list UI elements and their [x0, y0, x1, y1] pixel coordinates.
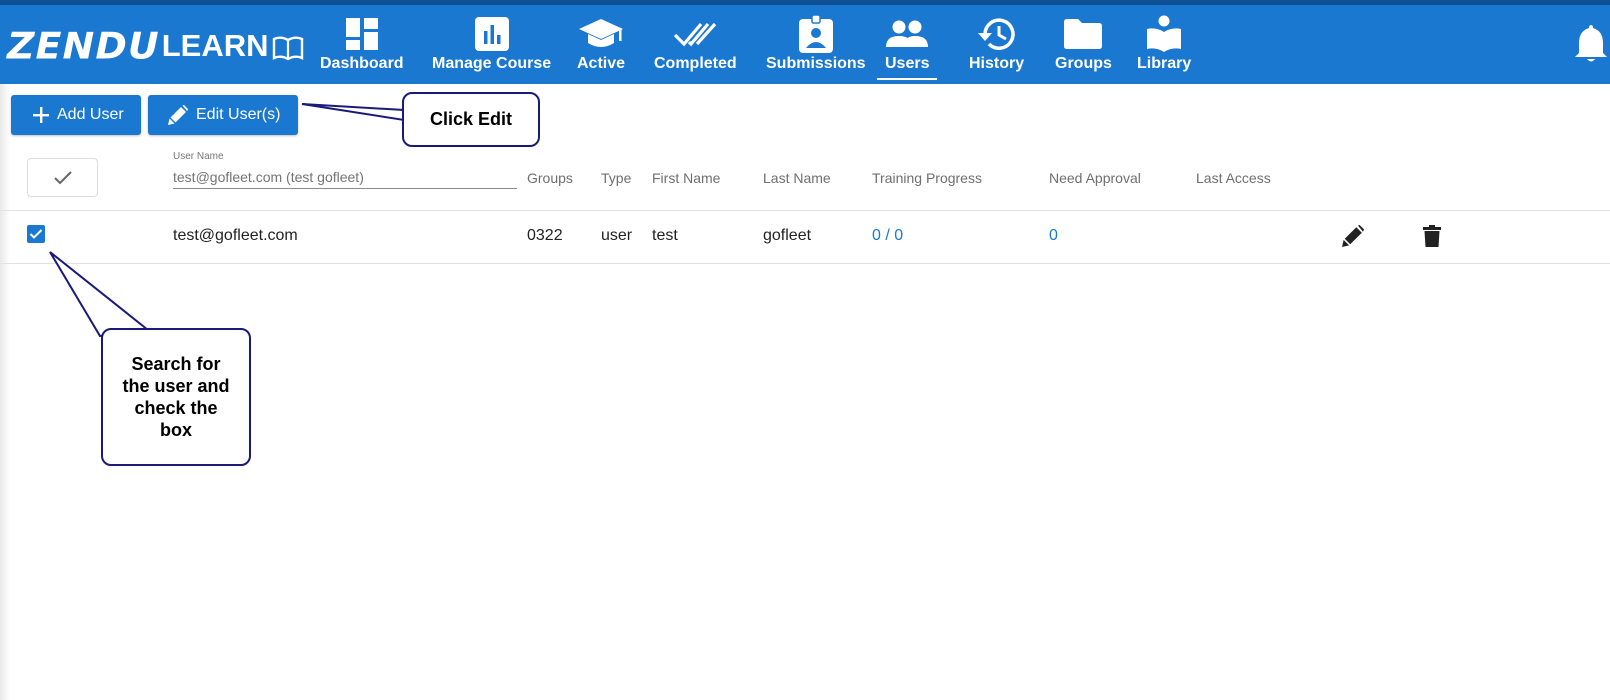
check-icon [29, 229, 43, 239]
column-header-type[interactable]: Type [601, 170, 631, 186]
column-header-need-approval[interactable]: Need Approval [1049, 170, 1141, 186]
callout-search-line-4: box [159, 420, 192, 440]
pencil-icon [1342, 225, 1364, 247]
nav-label-submissions: Submissions [766, 55, 866, 72]
header-divider [0, 210, 1610, 211]
nav-label-history: History [969, 55, 1025, 72]
callout-click-edit: Click Edit [402, 92, 540, 147]
row-divider [0, 263, 1610, 264]
users-icon [886, 20, 929, 47]
edit-users-button[interactable]: Edit User(s) [148, 95, 298, 135]
badge-icon [798, 15, 833, 53]
history-icon [977, 18, 1015, 50]
cell-user-name: test@gofleet.com [173, 227, 298, 244]
nav-item-active[interactable]: Active [577, 15, 625, 81]
column-header-groups[interactable]: Groups [527, 170, 573, 186]
trash-icon [1423, 225, 1441, 247]
nav-label-dashboard: Dashboard [320, 55, 404, 72]
user-name-search-input[interactable] [173, 166, 517, 189]
nav-item-completed[interactable]: Completed [654, 15, 737, 81]
column-header-last-name[interactable]: Last Name [763, 170, 831, 186]
callout-search-line-3: check the [134, 398, 218, 418]
edit-row-button[interactable] [1342, 225, 1364, 252]
notifications-button[interactable] [1575, 23, 1607, 68]
callout-search-user: Search for the user and check the box [101, 328, 251, 466]
pencil-icon [168, 105, 188, 125]
nav-item-manage-course[interactable]: Manage Course [432, 15, 551, 81]
bell-icon [1575, 25, 1607, 62]
dashboard-icon [345, 18, 378, 50]
open-book-icon [272, 36, 303, 60]
cell-first-name: test [652, 227, 678, 244]
check-icon [53, 170, 72, 184]
nav-label-library: Library [1137, 55, 1192, 72]
user-name-filter-label: User Name [173, 151, 224, 162]
column-header-first-name[interactable]: First Name [652, 170, 720, 186]
callout-search-line-1: Search for [131, 354, 221, 374]
callout-click-edit-text: Click Edit [429, 109, 513, 129]
edit-users-label: Edit User(s) [196, 106, 281, 123]
plus-icon [33, 107, 49, 123]
cell-training-progress-link[interactable]: 0 / 0 [872, 227, 903, 245]
logo-zendu-text: ZENDU [7, 25, 160, 67]
cell-need-approval-link[interactable]: 0 [1049, 227, 1058, 245]
column-header-last-access[interactable]: Last Access [1196, 170, 1271, 186]
cell-type: user [601, 227, 633, 244]
cell-last-name: gofleet [763, 227, 812, 244]
nav-item-groups[interactable]: Groups [1055, 15, 1112, 81]
nav-item-users[interactable]: Users [885, 15, 929, 81]
folder-icon [1064, 19, 1103, 49]
double-check-icon [674, 22, 717, 47]
logo-learn-text: LEARN [161, 28, 269, 63]
nav-label-manage-course: Manage Course [432, 55, 552, 72]
cell-groups: 0322 [527, 227, 563, 244]
bar-chart-icon [474, 17, 509, 51]
left-edge-shadow [0, 0, 10, 700]
nav-item-history[interactable]: History [969, 15, 1024, 81]
graduation-cap-icon [579, 19, 624, 47]
nav-item-submissions[interactable]: Submissions [766, 15, 866, 81]
nav-label-users: Users [885, 55, 929, 80]
nav-item-library[interactable]: Library [1137, 15, 1191, 81]
row-checkbox[interactable] [27, 225, 45, 243]
add-user-button[interactable]: Add User [11, 95, 141, 135]
nav-label-active: Active [577, 55, 626, 72]
top-nav-bar: ZENDU LEARN Dashboard Manage Course Acti… [0, 0, 1610, 84]
select-all-checkbox[interactable] [27, 158, 98, 197]
callout-search-line-2: the user and [122, 376, 230, 396]
delete-row-button[interactable] [1423, 225, 1441, 252]
nav-item-dashboard[interactable]: Dashboard [320, 15, 404, 81]
column-header-training-progress[interactable]: Training Progress [872, 170, 982, 186]
reading-book-icon [1147, 15, 1182, 52]
zendu-learn-logo[interactable]: ZENDU LEARN [7, 23, 304, 69]
nav-label-completed: Completed [654, 55, 737, 72]
nav-label-groups: Groups [1055, 55, 1112, 72]
add-user-label: Add User [57, 106, 124, 123]
